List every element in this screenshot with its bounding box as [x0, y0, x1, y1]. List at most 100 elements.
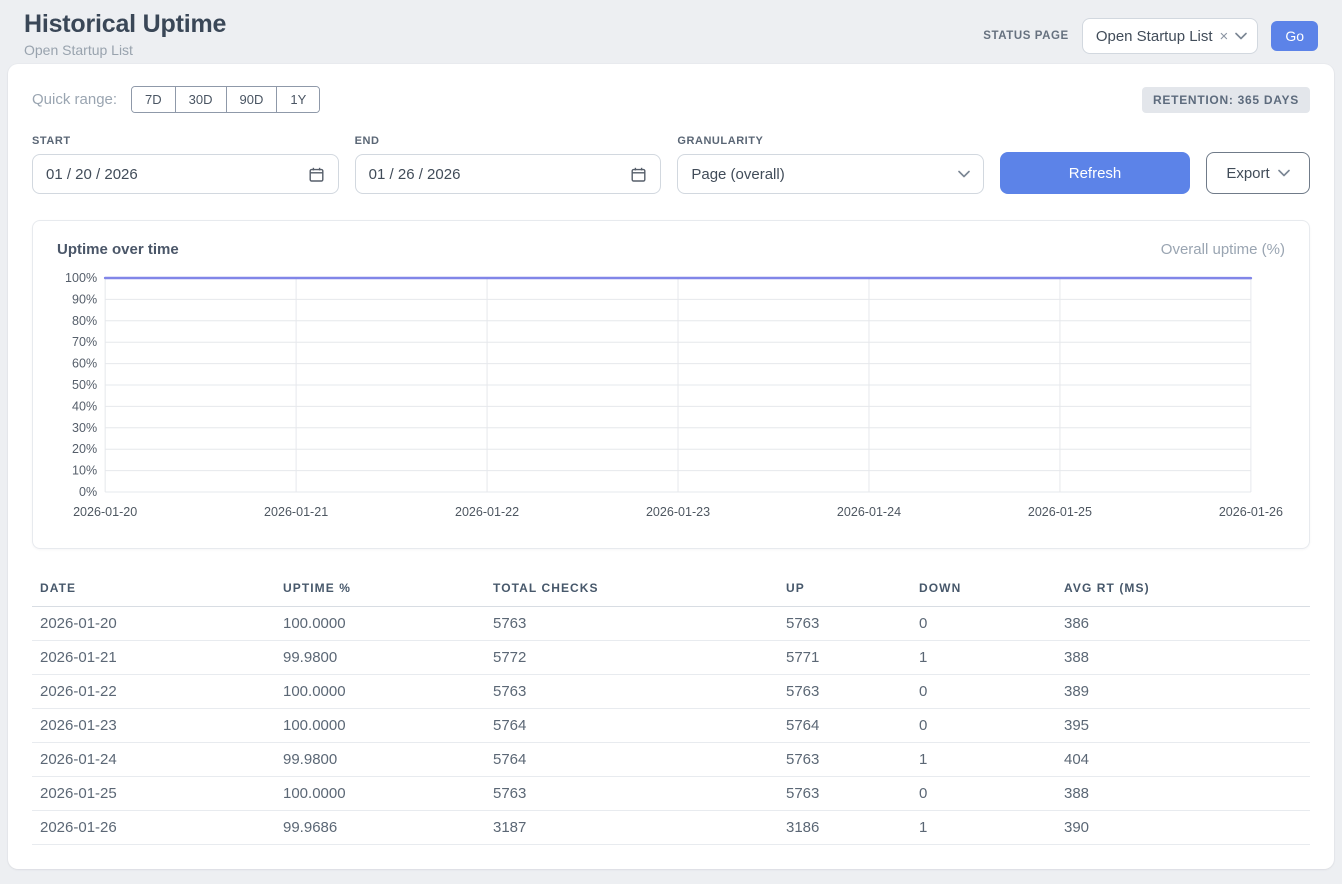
- x-tick-label: 2026-01-22: [455, 505, 519, 519]
- table-cell: 395: [1056, 709, 1310, 743]
- quick-range-30d[interactable]: 30D: [175, 87, 226, 112]
- export-button[interactable]: Export: [1206, 152, 1310, 194]
- chart-title: Uptime over time: [57, 241, 179, 258]
- col-up: UP: [778, 571, 911, 607]
- table-cell: 100.0000: [275, 777, 485, 811]
- end-date-field-wrap: END 01 / 26 / 2026: [355, 135, 662, 194]
- x-tick-label: 2026-01-26: [1219, 505, 1283, 519]
- table-cell: 5763: [778, 777, 911, 811]
- table-cell: 5771: [778, 641, 911, 675]
- table-cell: 388: [1056, 777, 1310, 811]
- y-tick-label: 20%: [72, 442, 97, 456]
- table-cell: 99.9686: [275, 811, 485, 845]
- quick-range-7d[interactable]: 7D: [132, 87, 175, 112]
- granularity-field-wrap: GRANULARITY Page (overall): [677, 135, 984, 194]
- table-cell: 2026-01-25: [32, 777, 275, 811]
- end-label: END: [355, 135, 662, 147]
- table-cell: 5763: [485, 777, 778, 811]
- table-cell: 2026-01-23: [32, 709, 275, 743]
- granularity-select[interactable]: Page (overall): [677, 154, 984, 194]
- title-block: Historical Uptime Open Startup List: [24, 10, 226, 58]
- y-tick-label: 10%: [72, 464, 97, 478]
- y-tick-label: 70%: [72, 335, 97, 349]
- col-down: DOWN: [911, 571, 1056, 607]
- filter-fields-row: START 01 / 20 / 2026 END 01 / 26 / 2026: [32, 135, 1310, 194]
- uptime-table: DATE UPTIME % TOTAL CHECKS UP DOWN AVG R…: [32, 571, 1310, 845]
- granularity-value: Page (overall): [691, 166, 784, 183]
- table-cell: 100.0000: [275, 607, 485, 641]
- x-tick-label: 2026-01-21: [264, 505, 328, 519]
- table-cell: 2026-01-24: [32, 743, 275, 777]
- table-row: 2026-01-22100.0000576357630389: [32, 675, 1310, 709]
- table-cell: 5764: [778, 709, 911, 743]
- table-cell: 5763: [485, 607, 778, 641]
- table-cell: 1: [911, 811, 1056, 845]
- clear-icon[interactable]: ×: [1220, 29, 1229, 44]
- refresh-button[interactable]: Refresh: [1000, 152, 1190, 194]
- col-total-checks: TOTAL CHECKS: [485, 571, 778, 607]
- col-uptime: UPTIME %: [275, 571, 485, 607]
- table-cell: 5763: [778, 743, 911, 777]
- export-label: Export: [1226, 165, 1269, 182]
- chevron-down-icon: [1235, 32, 1247, 40]
- status-page-label: STATUS PAGE: [983, 30, 1069, 42]
- table-cell: 389: [1056, 675, 1310, 709]
- table-cell: 388: [1056, 641, 1310, 675]
- table-row: 2026-01-2199.9800577257711388: [32, 641, 1310, 675]
- retention-badge: RETENTION: 365 DAYS: [1142, 87, 1310, 113]
- table-cell: 2026-01-20: [32, 607, 275, 641]
- table-header: DATE UPTIME % TOTAL CHECKS UP DOWN AVG R…: [32, 571, 1310, 607]
- header-right: STATUS PAGE Open Startup List × Go: [983, 18, 1318, 54]
- table-cell: 5764: [485, 709, 778, 743]
- end-date-value: 01 / 26 / 2026: [369, 166, 461, 183]
- y-tick-label: 80%: [72, 314, 97, 328]
- col-avg-rt: AVG RT (MS): [1056, 571, 1310, 607]
- table-cell: 1: [911, 743, 1056, 777]
- table-row: 2026-01-25100.0000576357630388: [32, 777, 1310, 811]
- table-cell: 390: [1056, 811, 1310, 845]
- y-tick-label: 0%: [79, 485, 97, 499]
- status-page-select[interactable]: Open Startup List ×: [1082, 18, 1259, 54]
- y-tick-label: 90%: [72, 292, 97, 306]
- page-subtitle: Open Startup List: [24, 42, 226, 58]
- table-cell: 386: [1056, 607, 1310, 641]
- table-row: 2026-01-23100.0000576457640395: [32, 709, 1310, 743]
- table-cell: 0: [911, 675, 1056, 709]
- chevron-down-icon: [1278, 169, 1290, 177]
- table-row: 2026-01-20100.0000576357630386: [32, 607, 1310, 641]
- table-cell: 99.9800: [275, 743, 485, 777]
- table-cell: 3187: [485, 811, 778, 845]
- y-tick-label: 60%: [72, 357, 97, 371]
- quick-range-label: Quick range:: [32, 91, 117, 108]
- table-cell: 404: [1056, 743, 1310, 777]
- table-cell: 0: [911, 777, 1056, 811]
- chart-header: Uptime over time Overall uptime (%): [57, 241, 1285, 258]
- chart-legend: Overall uptime (%): [1161, 241, 1285, 258]
- start-date-input[interactable]: 01 / 20 / 2026: [32, 154, 339, 194]
- quick-range-1y[interactable]: 1Y: [276, 87, 319, 112]
- table-row: 2026-01-2499.9800576457631404: [32, 743, 1310, 777]
- status-page-value: Open Startup List: [1096, 28, 1213, 45]
- start-date-value: 01 / 20 / 2026: [46, 166, 138, 183]
- y-tick-label: 40%: [72, 399, 97, 413]
- table-cell: 100.0000: [275, 709, 485, 743]
- go-button[interactable]: Go: [1271, 21, 1318, 51]
- quick-range-90d[interactable]: 90D: [226, 87, 277, 112]
- y-tick-label: 30%: [72, 421, 97, 435]
- table-cell: 5763: [485, 675, 778, 709]
- table-cell: 5763: [778, 607, 911, 641]
- start-label: START: [32, 135, 339, 147]
- end-date-input[interactable]: 01 / 26 / 2026: [355, 154, 662, 194]
- table-cell: 100.0000: [275, 675, 485, 709]
- calendar-icon[interactable]: [308, 166, 325, 183]
- chevron-down-icon: [958, 170, 970, 178]
- table-cell: 99.9800: [275, 641, 485, 675]
- granularity-label: GRANULARITY: [677, 135, 984, 147]
- x-tick-label: 2026-01-20: [73, 505, 137, 519]
- quick-range-row: Quick range: 7D 30D 90D 1Y RETENTION: 36…: [32, 86, 1310, 113]
- main-panel: Quick range: 7D 30D 90D 1Y RETENTION: 36…: [8, 64, 1334, 869]
- table-row: 2026-01-2699.9686318731861390: [32, 811, 1310, 845]
- calendar-icon[interactable]: [630, 166, 647, 183]
- table-cell: 3186: [778, 811, 911, 845]
- y-tick-label: 100%: [65, 271, 97, 285]
